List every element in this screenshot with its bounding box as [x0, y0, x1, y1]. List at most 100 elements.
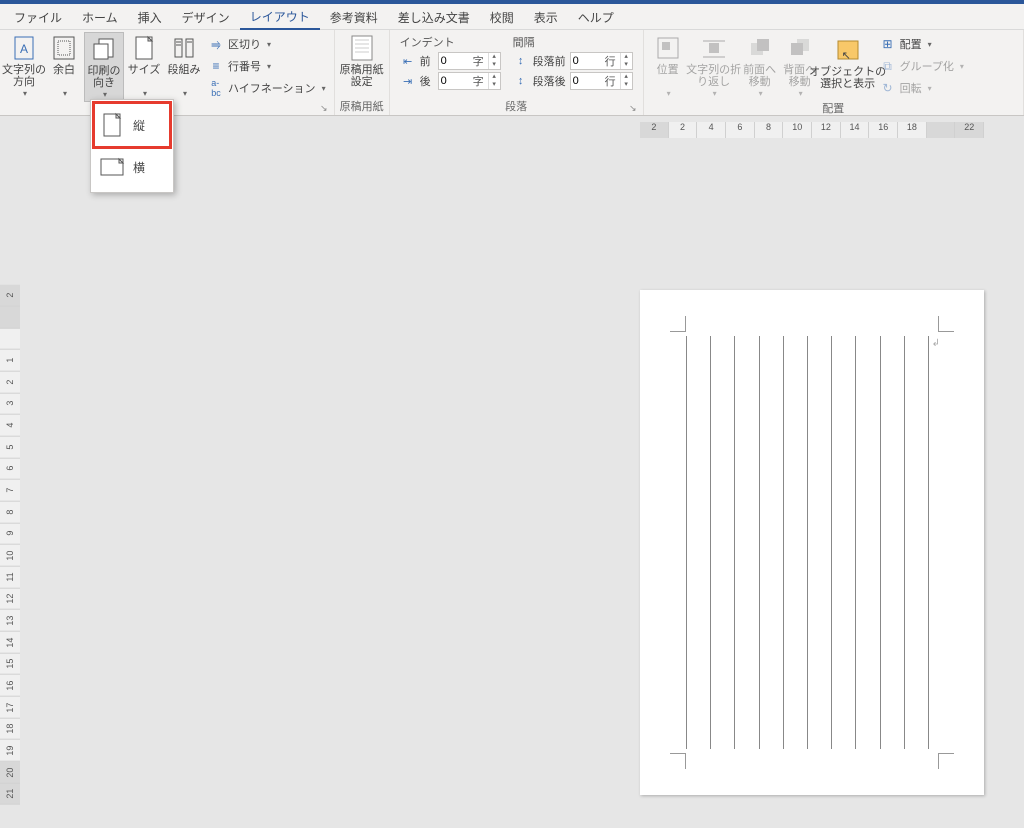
spin-down[interactable]: ▾: [621, 81, 632, 89]
vertical-ruler[interactable]: 2120191817161514131211109876543212: [0, 285, 20, 805]
position-label: 位置: [657, 64, 679, 88]
spin-up[interactable]: ▴: [489, 73, 500, 81]
line-numbers-button[interactable]: ≡ 行番号 ▾: [208, 56, 326, 76]
tab-insert[interactable]: 挿入: [128, 5, 172, 29]
position-icon: [654, 34, 682, 62]
tab-design[interactable]: デザイン: [172, 5, 240, 29]
columns-label: 段組み: [168, 64, 201, 88]
spacing-before-unit: 行: [605, 53, 620, 69]
spacing-before-icon: ↕: [513, 54, 529, 68]
tab-view[interactable]: 表示: [524, 5, 568, 29]
hyphenation-button[interactable]: a-bc ハイフネーション ▾: [208, 78, 326, 98]
tab-home[interactable]: ホーム: [72, 5, 128, 29]
spin-down[interactable]: ▾: [621, 61, 632, 69]
orientation-landscape-label: 横: [133, 159, 145, 176]
spin-down[interactable]: ▾: [489, 61, 500, 69]
orientation-button[interactable]: 印刷の 向き ▾: [84, 32, 124, 102]
tab-mailings[interactable]: 差し込み文書: [388, 5, 480, 29]
group-manuscript: 原稿用紙 設定 原稿用紙: [335, 30, 390, 115]
orientation-label: 印刷の 向き: [88, 65, 121, 89]
selection-pane-button[interactable]: ↖ オブジェクトの 選択と表示: [820, 32, 876, 90]
chevron-down-icon: ▾: [267, 62, 271, 71]
chevron-down-icon: ▾: [183, 88, 187, 100]
spin-up[interactable]: ▴: [621, 73, 632, 81]
orientation-icon: [90, 35, 118, 63]
rotate-button: ↻回転▾: [880, 78, 964, 98]
tab-review[interactable]: 校閲: [480, 5, 524, 29]
breaks-icon: ⥤: [208, 36, 224, 52]
chevron-down-icon: ▾: [63, 88, 67, 100]
indent-left-icon: ⇤: [400, 54, 416, 68]
spacing-title: 間隔: [513, 34, 633, 50]
pagesetup-dialog-launcher[interactable]: ↘: [320, 103, 328, 114]
margins-icon: [50, 34, 78, 62]
orientation-landscape-option[interactable]: 横: [95, 146, 169, 188]
columns-button[interactable]: 段組み ▾: [164, 32, 204, 100]
paragraph-mark-icon: ↲: [932, 338, 940, 349]
indent-right-icon: ⇥: [400, 74, 416, 88]
spacing-after-icon: ↕: [513, 74, 529, 88]
group-objects-button: ⧉グループ化▾: [880, 56, 964, 76]
breaks-button[interactable]: ⥤ 区切り ▾: [208, 34, 326, 54]
indent-left-label: 前: [420, 53, 434, 69]
breaks-label: 区切り: [228, 36, 261, 52]
spacing-after-input[interactable]: [571, 75, 605, 87]
tab-file[interactable]: ファイル: [4, 5, 72, 29]
columns-icon: [170, 34, 198, 62]
size-button[interactable]: サイズ ▾: [124, 32, 164, 100]
crop-mark-tl: [670, 316, 686, 332]
spacing-after-label: 段落後: [533, 73, 566, 89]
tab-help[interactable]: ヘルプ: [568, 5, 624, 29]
crop-mark-bl: [670, 753, 686, 769]
landscape-icon: [99, 152, 125, 182]
send-backward-icon: [786, 34, 814, 62]
chevron-down-icon: ▾: [23, 88, 27, 100]
manuscript-label: 原稿用紙 設定: [340, 64, 384, 88]
horizontal-ruler[interactable]: 22468101214161822: [640, 122, 984, 138]
align-button[interactable]: ⊞配置▾: [880, 34, 964, 54]
indent-right-spinner[interactable]: 字 ▴▾: [438, 72, 501, 90]
spin-up[interactable]: ▴: [621, 53, 632, 61]
svg-text:A: A: [20, 42, 28, 56]
orientation-portrait-option[interactable]: 縦: [95, 104, 169, 146]
size-label: サイズ: [128, 64, 161, 88]
document-page[interactable]: ↲: [640, 290, 984, 795]
orientation-portrait-label: 縦: [133, 117, 145, 134]
spacing-before-input[interactable]: [571, 55, 605, 67]
wrap-text-button: 文字列の折 り返し▾: [688, 32, 740, 100]
spacing-after-unit: 行: [605, 73, 620, 89]
indent-left-input[interactable]: [439, 55, 473, 67]
portrait-icon: [99, 110, 125, 140]
manuscript-grid: [686, 336, 929, 749]
indent-left-unit: 字: [473, 53, 488, 69]
bring-forward-icon: [746, 34, 774, 62]
spacing-before-spinner[interactable]: 行 ▴▾: [570, 52, 633, 70]
margins-button[interactable]: 余白 ▾: [44, 32, 84, 100]
manuscript-button[interactable]: 原稿用紙 設定: [339, 32, 385, 88]
tab-references[interactable]: 参考資料: [320, 5, 388, 29]
size-icon: [130, 34, 158, 62]
wrap-text-icon: [700, 34, 728, 62]
chevron-down-icon: ▾: [322, 84, 326, 93]
indent-right-unit: 字: [473, 73, 488, 89]
spin-down[interactable]: ▾: [489, 81, 500, 89]
group-icon: ⧉: [880, 58, 896, 74]
spin-up[interactable]: ▴: [489, 53, 500, 61]
indent-right-label: 後: [420, 73, 434, 89]
selection-pane-label: オブジェクトの 選択と表示: [809, 66, 886, 90]
crop-mark-tr: [938, 316, 954, 332]
paragraph-dialog-launcher[interactable]: ↘: [629, 103, 637, 114]
group-objects-label: グループ化: [900, 58, 954, 74]
align-label: 配置: [900, 36, 922, 52]
bring-forward-button: 前面へ 移動▾: [740, 32, 780, 100]
tab-layout[interactable]: レイアウト: [240, 4, 320, 30]
chevron-down-icon: ▾: [267, 40, 271, 49]
indent-right-input[interactable]: [439, 75, 473, 87]
indent-left-spinner[interactable]: 字 ▴▾: [438, 52, 501, 70]
text-direction-label: 文字列の 方向: [2, 64, 46, 88]
spacing-after-spinner[interactable]: 行 ▴▾: [570, 72, 633, 90]
spacing-before-label: 段落前: [533, 53, 566, 69]
text-direction-button[interactable]: A 文字列の 方向 ▾: [4, 32, 44, 100]
orientation-dropdown: 縦 横: [90, 99, 174, 193]
align-icon: ⊞: [880, 36, 896, 52]
